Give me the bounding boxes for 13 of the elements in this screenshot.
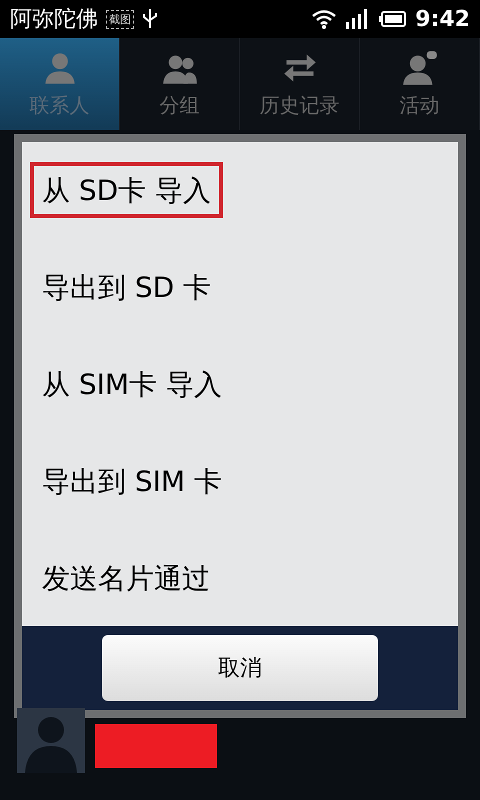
status-title: 阿弥陀佛 (10, 6, 98, 34)
screenshot-badge: 截图 (106, 10, 134, 28)
menu-item[interactable]: 导出到 SD 卡 (22, 238, 458, 336)
person-message-icon (402, 50, 438, 86)
clock-time: 9:42 (415, 6, 470, 32)
menu-item[interactable]: 从 SIM卡 导入 (22, 336, 458, 432)
battery-icon (379, 10, 408, 28)
menu-item[interactable]: 从 SD卡 导入 (22, 142, 458, 239)
menu-item[interactable]: 导出到 SIM 卡 (22, 432, 458, 530)
cancel-button[interactable]: 取消 (102, 635, 378, 701)
usb-icon (142, 8, 158, 30)
wifi-icon (311, 8, 338, 30)
menu-item[interactable]: 发送名片通过 (22, 529, 458, 626)
